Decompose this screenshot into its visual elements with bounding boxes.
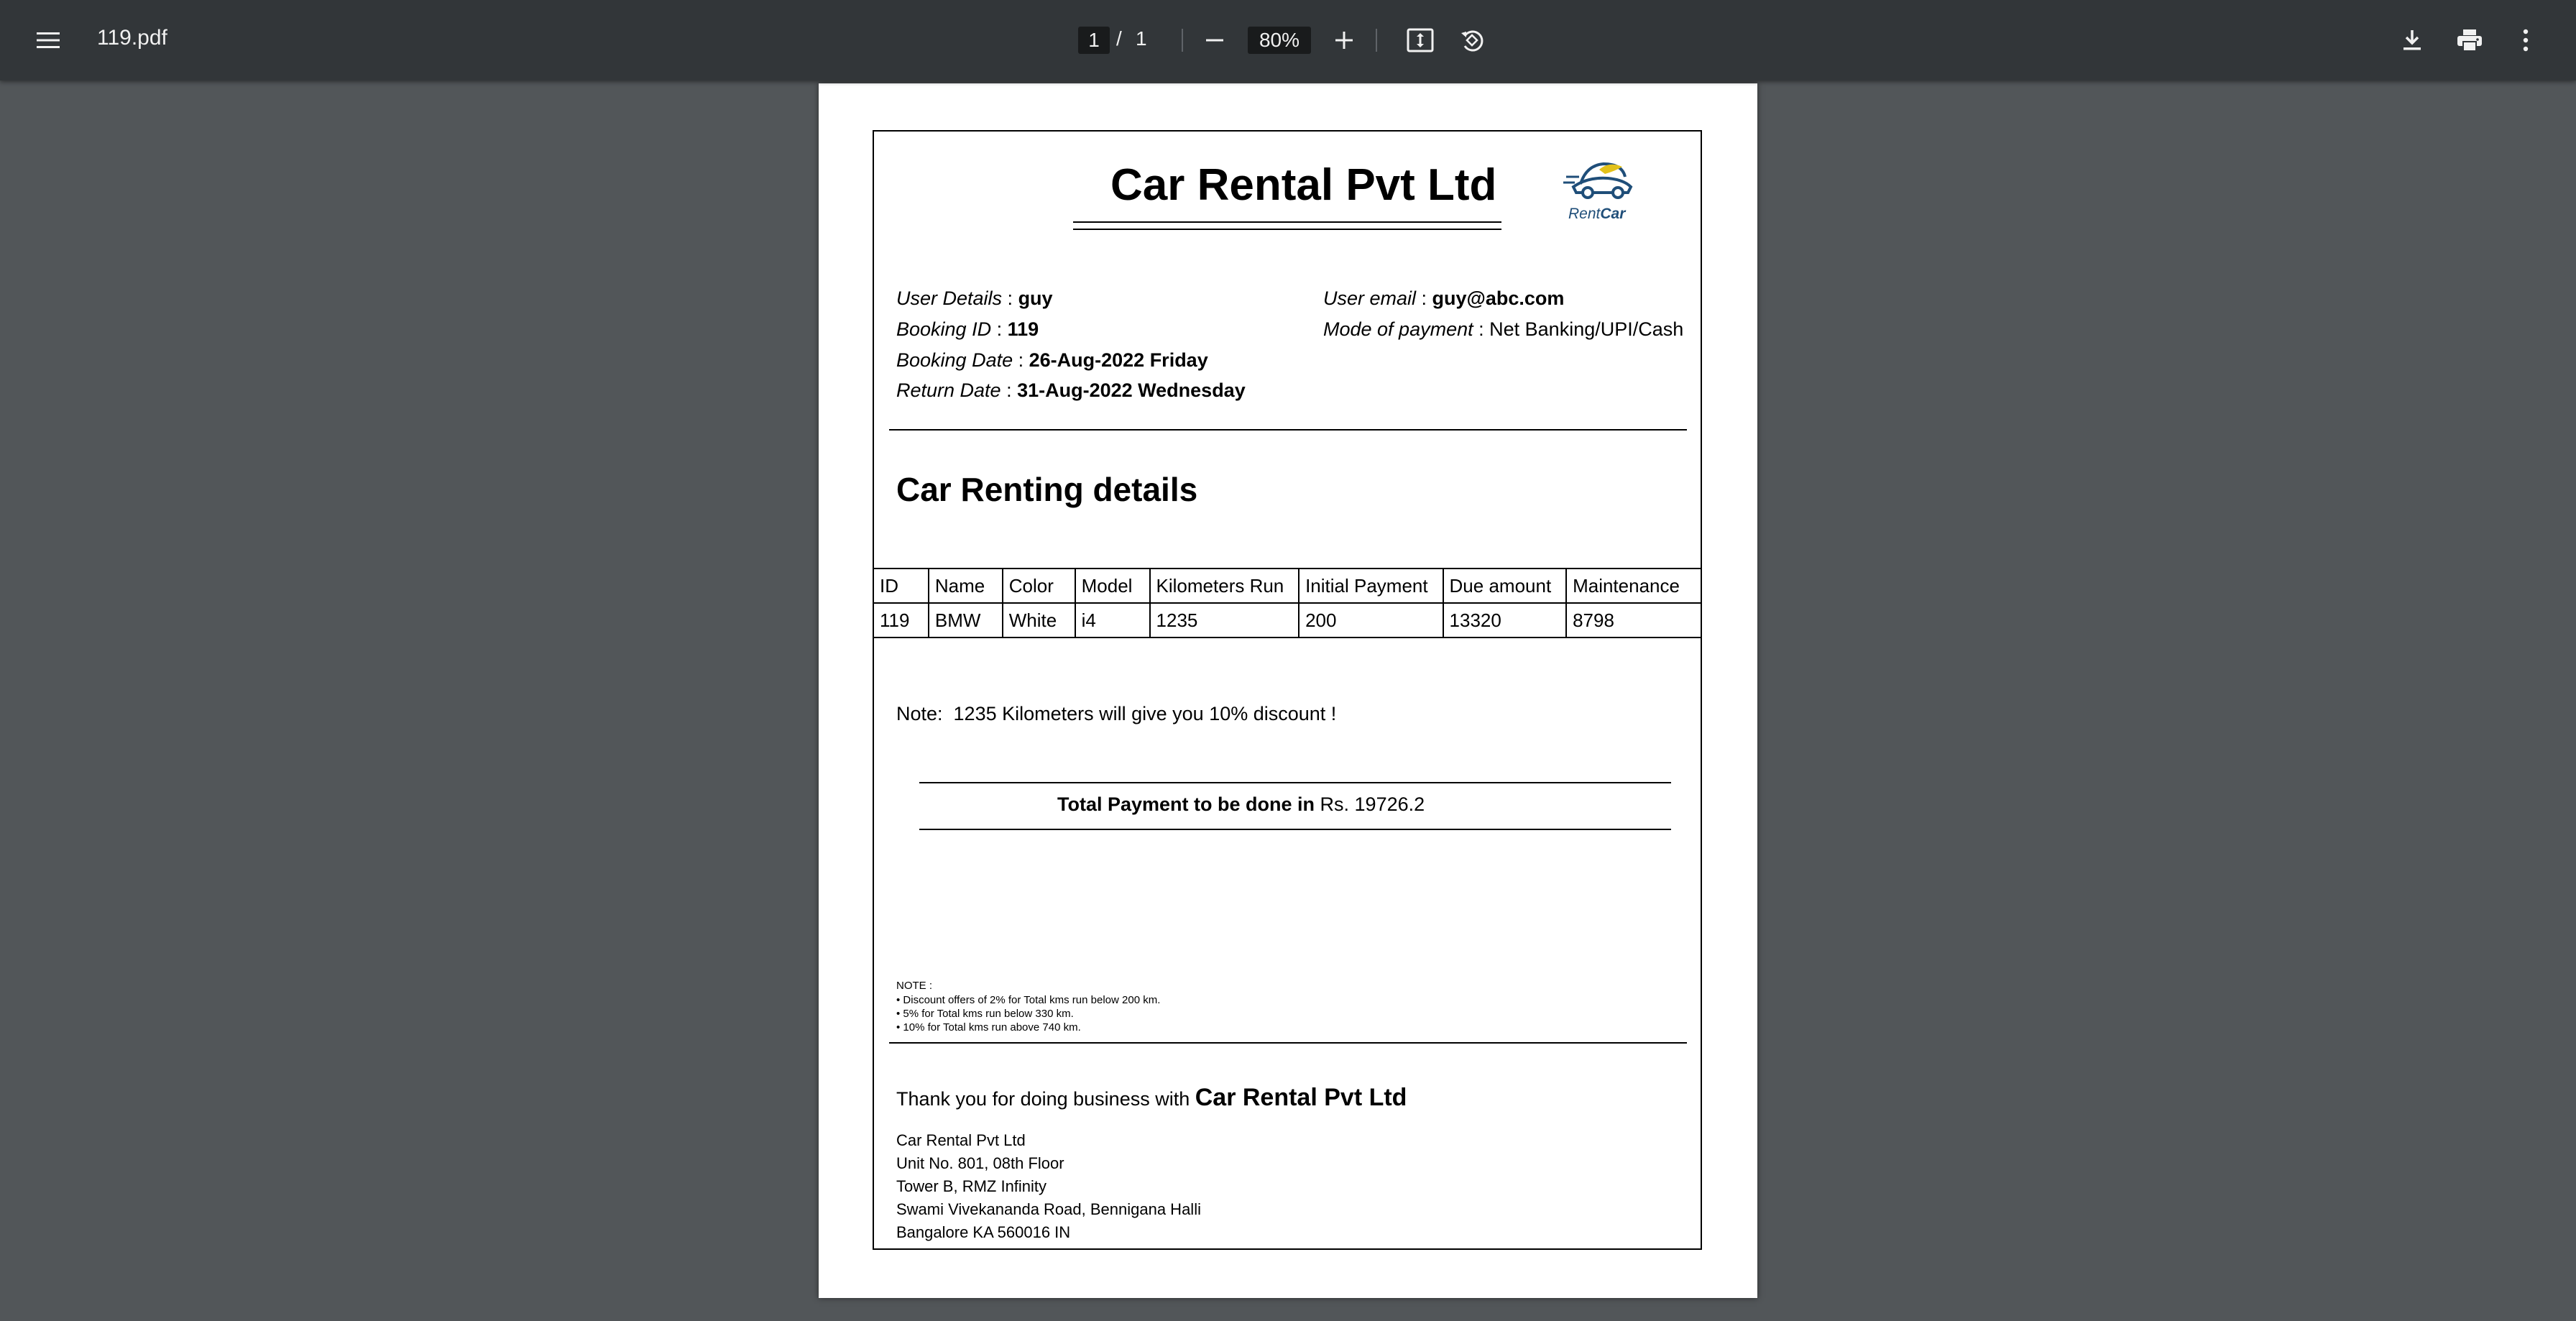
minus-icon: [1206, 39, 1223, 42]
toolbar-divider: [1376, 29, 1377, 52]
plus-icon: [1335, 32, 1353, 49]
pdf-toolbar: 119.pdf / 1: [0, 0, 2576, 80]
rotate-button[interactable]: [1449, 20, 1495, 60]
discount-note-item: • 10% for Total kms run above 740 km.: [896, 1021, 1081, 1034]
car-renting-table: ID Name Color Model Kilometers Run Initi…: [873, 568, 1702, 638]
toolbar-divider: [1182, 29, 1183, 52]
table-cell: 13320: [1442, 602, 1568, 638]
total-payment: Total Payment to be done in Rs. 19726.2: [1057, 793, 1425, 815]
discount-note-item: • Discount offers of 2% for Total kms ru…: [896, 994, 1161, 1006]
user-details: User Details : guy: [896, 287, 1053, 309]
column-header: Kilometers Run: [1149, 568, 1300, 604]
return-date: Return Date : 31-Aug-2022 Wednesday: [896, 379, 1246, 401]
print-icon: [2457, 29, 2482, 52]
table-cell: White: [1001, 602, 1076, 638]
payment-rule: [919, 829, 1671, 830]
column-header: ID: [873, 568, 929, 604]
menu-icon: [37, 32, 60, 48]
address-line: Unit No. 801, 08th Floor: [896, 1154, 1064, 1172]
zoom-out-button[interactable]: [1193, 22, 1236, 59]
address-line: Car Rental Pvt Ltd: [896, 1131, 1026, 1149]
address-line: Tower B, RMZ Infinity: [896, 1177, 1047, 1195]
file-name: 119.pdf: [97, 26, 167, 50]
column-header: Due amount: [1442, 568, 1568, 604]
zoom-in-button[interactable]: [1322, 22, 1366, 59]
table-row: 119 BMW White i4 1235 200 13320 8798: [873, 602, 1702, 638]
column-header: Maintenance: [1565, 568, 1702, 604]
page-separator: /: [1116, 27, 1122, 50]
address-line: Swami Vivekananda Road, Bennigana Halli: [896, 1200, 1201, 1218]
pdf-page: Car Rental Pvt Ltd RentCar User Details …: [819, 83, 1757, 1298]
rentcar-logo: RentCar: [1559, 155, 1645, 227]
zoom-input[interactable]: [1248, 27, 1311, 54]
column-header: Initial Payment: [1298, 568, 1444, 604]
column-header: Color: [1001, 568, 1076, 604]
car-logo-icon: [1563, 162, 1633, 199]
rotate-icon: [1461, 30, 1484, 52]
section-title: Car Renting details: [896, 471, 1198, 508]
fit-to-page-icon: [1407, 28, 1434, 52]
discount-note-item: • 5% for Total kms run below 330 km.: [896, 1008, 1074, 1020]
more-options-button[interactable]: [2506, 20, 2546, 60]
download-button[interactable]: [2391, 20, 2434, 60]
column-header: Name: [927, 568, 1003, 604]
logo-text: RentCar: [1568, 206, 1626, 222]
page-number-input[interactable]: [1078, 27, 1110, 54]
payment-rule: [919, 782, 1671, 783]
download-icon: [2404, 30, 2421, 50]
table-cell: 1235: [1149, 602, 1300, 638]
menu-button[interactable]: [26, 20, 70, 60]
print-button[interactable]: [2447, 20, 2493, 60]
table-cell: 200: [1298, 602, 1444, 638]
title-underline: [1073, 221, 1501, 223]
table-cell: i4: [1074, 602, 1151, 638]
title-underline: [1073, 229, 1501, 230]
table-cell: 8798: [1565, 602, 1702, 638]
table-cell: 119: [873, 602, 929, 638]
discount-notes-heading: NOTE :: [896, 980, 933, 992]
footer-divider: [889, 1042, 1687, 1044]
table-cell: BMW: [927, 602, 1003, 638]
payment-mode: Mode of payment : Net Banking/UPI/Cash: [1323, 318, 1684, 340]
more-vert-icon: [2523, 29, 2529, 52]
fit-to-page-button[interactable]: [1397, 20, 1443, 60]
address-line: Bangalore KA 560016 IN: [896, 1223, 1071, 1241]
discount-note: Note: 1235 Kilometers will give you 10% …: [896, 703, 1337, 724]
table-header-row: ID Name Color Model Kilometers Run Initi…: [873, 568, 1702, 604]
total-pages: 1: [1136, 27, 1147, 50]
booking-id: Booking ID : 119: [896, 318, 1039, 340]
column-header: Model: [1074, 568, 1151, 604]
section-divider: [889, 429, 1687, 431]
company-title: Car Rental Pvt Ltd: [1110, 160, 1497, 210]
thank-you-line: Thank you for doing business with Car Re…: [896, 1084, 1407, 1111]
booking-date: Booking Date : 26-Aug-2022 Friday: [896, 349, 1208, 371]
user-email: User email : guy@abc.com: [1323, 287, 1565, 309]
